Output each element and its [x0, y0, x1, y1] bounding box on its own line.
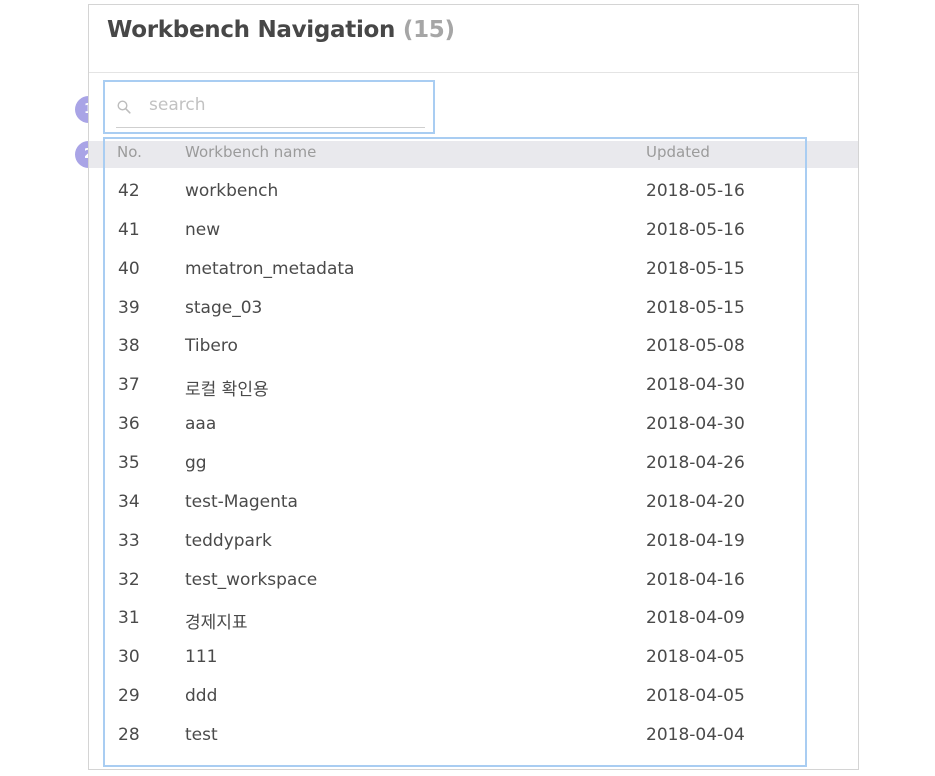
workbench-count: (15) — [402, 17, 455, 43]
panel-title-text: Workbench Navigation — [107, 17, 396, 43]
workbench-navigation-panel: Workbench Navigation (15) search No. Wor… — [88, 4, 859, 770]
list-highlight-box — [103, 137, 807, 767]
search-icon — [117, 100, 131, 114]
search-highlight-box: search — [103, 80, 435, 134]
search-underline — [116, 127, 425, 128]
title-divider — [89, 72, 858, 73]
search-input[interactable]: search — [149, 95, 205, 115]
panel-title: Workbench Navigation (15) — [107, 17, 455, 43]
